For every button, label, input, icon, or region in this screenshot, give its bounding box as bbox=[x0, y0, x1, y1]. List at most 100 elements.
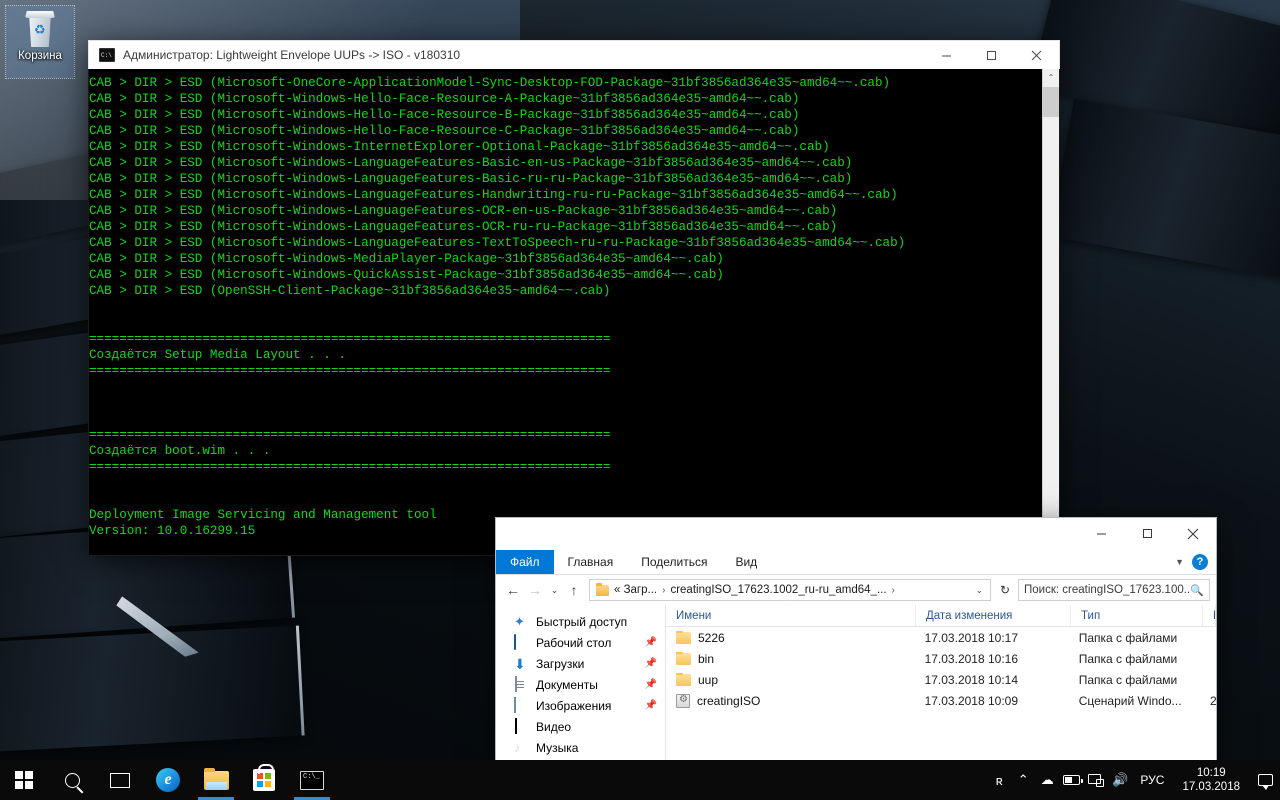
column-header-size[interactable]: Размера bbox=[1203, 605, 1216, 626]
search-icon bbox=[65, 773, 80, 788]
language-indicator[interactable]: РУС bbox=[1132, 760, 1172, 800]
navigation-pane[interactable]: ✦Быстрый доступРабочий стол📌⬇Загрузки📌До… bbox=[496, 605, 666, 763]
tab-share[interactable]: Поделиться bbox=[627, 550, 721, 574]
help-icon[interactable]: ? bbox=[1192, 554, 1208, 570]
action-center-button[interactable] bbox=[1250, 760, 1280, 800]
cell-date: 17.03.2018 10:17 bbox=[915, 631, 1069, 645]
minimize-button[interactable] bbox=[924, 41, 969, 69]
file-name: 5226 bbox=[698, 631, 725, 645]
maximize-button[interactable] bbox=[1124, 518, 1170, 549]
cell-type: Папка с файлами bbox=[1069, 652, 1200, 666]
console-line: Создаётся Setup Media Layout . . . bbox=[89, 347, 1042, 363]
clock[interactable]: 10:19 17.03.2018 bbox=[1172, 760, 1250, 800]
tab-home[interactable]: Главная bbox=[554, 550, 628, 574]
address-bar[interactable]: ← → ⌄ ↑ « Загр... › creatingISO_17623.10… bbox=[496, 575, 1216, 605]
explorer-title-bar[interactable] bbox=[496, 518, 1216, 550]
file-explorer-window[interactable]: Файл Главная Поделиться Вид ▼ ? ← → ⌄ ↑ … bbox=[495, 517, 1217, 765]
breadcrumb[interactable]: « Загр... › creatingISO_17623.1002_ru-ru… bbox=[589, 579, 991, 601]
console-line bbox=[89, 475, 1042, 491]
search-input[interactable]: Поиск: creatingISO_17623.100... 🔍 bbox=[1018, 579, 1210, 601]
onedrive-icon[interactable]: ☁ bbox=[1035, 760, 1059, 800]
back-button[interactable]: ← bbox=[502, 578, 524, 602]
store-icon bbox=[253, 769, 275, 791]
nav-item-music[interactable]: ♪Музыка bbox=[496, 737, 665, 758]
pin-icon[interactable]: 📌 bbox=[645, 637, 657, 648]
breadcrumb-item-downloads[interactable]: « Загр... bbox=[614, 584, 657, 596]
chevron-down-icon[interactable]: ▼ bbox=[1175, 557, 1184, 567]
taskbar-task-view-button[interactable] bbox=[96, 760, 144, 800]
close-button[interactable] bbox=[1170, 518, 1216, 549]
people-icon[interactable]: ʀ bbox=[987, 760, 1011, 800]
table-row[interactable]: 522617.03.2018 10:17Папка с файлами bbox=[666, 627, 1216, 648]
console-line bbox=[89, 491, 1042, 507]
column-header-date[interactable]: Дата изменения bbox=[916, 605, 1071, 626]
pin-icon[interactable]: 📌 bbox=[645, 658, 657, 669]
cell-name: creatingISO bbox=[666, 694, 915, 708]
ribbon-tabs[interactable]: Файл Главная Поделиться Вид ▼ ? bbox=[496, 550, 1216, 575]
taskbar-edge-button[interactable]: e bbox=[144, 760, 192, 800]
taskbar[interactable]: e ʀ ⌃ ☁ 🔊 РУС 10:19 17.03.2018 bbox=[0, 760, 1280, 800]
scrollbar-thumb[interactable] bbox=[1043, 87, 1059, 117]
tab-file[interactable]: Файл bbox=[496, 550, 554, 574]
desktop[interactable]: ♻ Корзина Администратор: Lightweight Env… bbox=[0, 0, 1280, 800]
network-icon[interactable] bbox=[1084, 760, 1108, 800]
show-hidden-icons-button[interactable]: ⌃ bbox=[1011, 760, 1035, 800]
cell-name: bin bbox=[666, 652, 915, 666]
close-button[interactable] bbox=[1014, 41, 1059, 69]
start-button[interactable] bbox=[0, 760, 48, 800]
cell-size: 2 bbox=[1200, 694, 1216, 708]
column-headers[interactable]: ⌃ Имени Дата изменения Тип Размера bbox=[666, 605, 1216, 627]
nav-item-desktop[interactable]: Рабочий стол📌 bbox=[496, 632, 665, 653]
minimize-button[interactable] bbox=[1078, 518, 1124, 549]
nav-item-documents[interactable]: Документы📌 bbox=[496, 674, 665, 695]
folder-icon bbox=[676, 674, 691, 686]
cell-date: 17.03.2018 10:14 bbox=[915, 673, 1069, 687]
folder-icon bbox=[676, 632, 691, 644]
console-scrollbar[interactable]: ⌃ ⌄ bbox=[1042, 69, 1059, 555]
recent-locations-button[interactable]: ⌄ bbox=[546, 578, 563, 602]
file-list[interactable]: ⌃ Имени Дата изменения Тип Размера 5226 1… bbox=[666, 605, 1216, 763]
nav-item-download[interactable]: ⬇Загрузки📌 bbox=[496, 653, 665, 674]
tab-view[interactable]: Вид bbox=[721, 550, 771, 574]
taskbar-file-explorer-button[interactable] bbox=[192, 760, 240, 800]
taskbar-search-button[interactable] bbox=[48, 760, 96, 800]
desktop-icon-recycle-bin[interactable]: ♻ Корзина bbox=[6, 6, 74, 78]
documents-icon bbox=[514, 677, 530, 693]
table-row[interactable]: creatingISO17.03.2018 10:09Сценарий Wind… bbox=[666, 690, 1216, 711]
console-line: CAB > DIR > ESD (Microsoft-Windows-Hello… bbox=[89, 91, 1042, 107]
table-row[interactable]: uup17.03.2018 10:14Папка с файлами bbox=[666, 669, 1216, 690]
maximize-button[interactable] bbox=[969, 41, 1014, 69]
pin-icon[interactable]: 📌 bbox=[645, 700, 657, 711]
refresh-button[interactable]: ↻ bbox=[995, 583, 1015, 597]
breadcrumb-item-current[interactable]: creatingISO_17623.1002_ru-ru_amd64_... bbox=[670, 584, 886, 596]
up-button[interactable]: ↑ bbox=[563, 578, 585, 602]
nav-item-label: Изображения bbox=[536, 699, 611, 713]
volume-icon[interactable]: 🔊 bbox=[1108, 760, 1132, 800]
console-body[interactable]: CAB > DIR > ESD (Microsoft-OneCore-Appli… bbox=[88, 69, 1060, 556]
column-header-type[interactable]: Тип bbox=[1071, 605, 1203, 626]
battery-icon[interactable] bbox=[1059, 760, 1084, 800]
maximize-icon bbox=[986, 50, 997, 61]
nav-item-star[interactable]: ✦Быстрый доступ bbox=[496, 611, 665, 632]
forward-button[interactable]: → bbox=[524, 578, 546, 602]
nav-item-pictures[interactable]: Изображения 📌 bbox=[496, 695, 665, 716]
scroll-up-arrow-icon[interactable]: ⌃ bbox=[1043, 69, 1059, 86]
table-row[interactable]: bin17.03.2018 10:16Папка с файлами bbox=[666, 648, 1216, 669]
music-icon: ♪ bbox=[514, 740, 530, 756]
nav-item-video[interactable]: Видео bbox=[496, 716, 665, 737]
close-icon bbox=[1187, 528, 1199, 540]
desktop-icon bbox=[514, 635, 530, 651]
chevron-down-icon[interactable]: ⌄ bbox=[968, 585, 990, 596]
console-title-bar[interactable]: Администратор: Lightweight Envelope UUPs… bbox=[88, 40, 1060, 69]
console-window[interactable]: Администратор: Lightweight Envelope UUPs… bbox=[88, 40, 1060, 556]
taskbar-command-prompt-button[interactable] bbox=[288, 760, 336, 800]
desktop-icon-label: Корзина bbox=[18, 50, 62, 63]
pin-icon[interactable]: 📌 bbox=[645, 679, 657, 690]
cell-date: 17.03.2018 10:09 bbox=[915, 694, 1069, 708]
video-icon bbox=[514, 719, 530, 735]
console-line bbox=[89, 379, 1042, 395]
taskbar-store-button[interactable] bbox=[240, 760, 288, 800]
console-line: CAB > DIR > ESD (Microsoft-OneCore-Appli… bbox=[89, 75, 1042, 91]
console-line: CAB > DIR > ESD (Microsoft-Windows-Langu… bbox=[89, 219, 1042, 235]
system-tray[interactable]: ʀ ⌃ ☁ 🔊 РУС 10:19 17.03.2018 bbox=[987, 760, 1280, 800]
